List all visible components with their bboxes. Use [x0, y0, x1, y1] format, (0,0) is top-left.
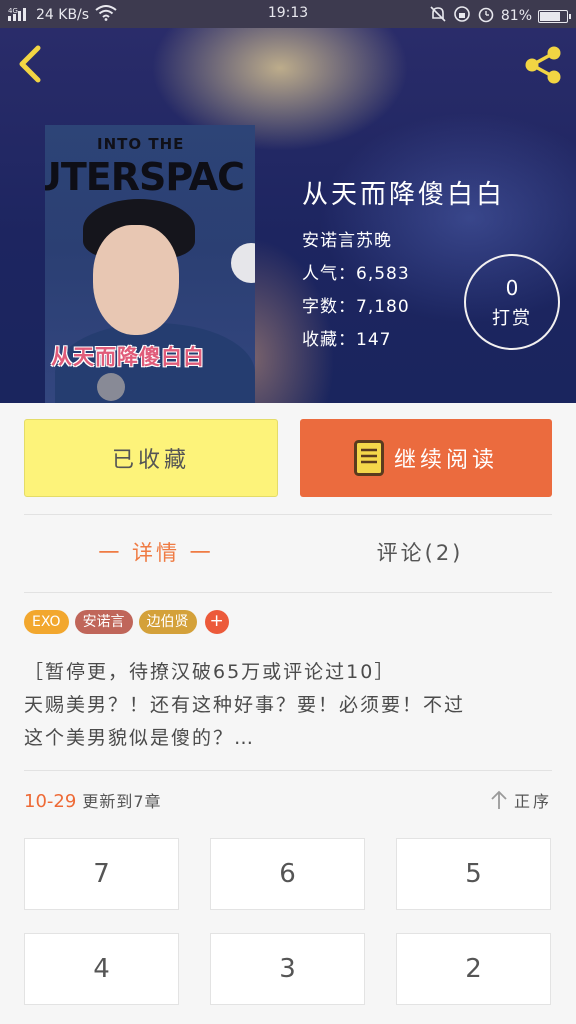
- add-tag-button[interactable]: +: [204, 610, 229, 634]
- description-line: 天赐美男？！还有这种好事？要！必须要！不过: [24, 694, 466, 716]
- divider: [24, 770, 552, 771]
- cover-title: 从天而降傻白白: [51, 345, 205, 369]
- tab-details[interactable]: 一 详情 一: [24, 515, 288, 591]
- collected-label: 已收藏: [111, 448, 190, 473]
- tag-item[interactable]: EXO: [24, 610, 69, 634]
- book-description[interactable]: ［暂停更，待撩汉破65万或评论过10］ 天赐美男？！还有这种好事？要！必须要！不…: [24, 656, 556, 755]
- sort-order-button[interactable]: 正序: [490, 788, 552, 812]
- back-button[interactable]: [12, 42, 52, 86]
- tip-button[interactable]: 0 打赏: [464, 254, 560, 350]
- alarm-icon: [477, 5, 495, 27]
- tip-count: 0: [505, 276, 519, 300]
- chapter-button[interactable]: 7: [24, 838, 179, 910]
- continue-reading-button[interactable]: 继续阅读: [300, 419, 552, 497]
- cover-text-top: INTO THE: [97, 135, 185, 153]
- chevron-left-icon: [19, 45, 41, 83]
- battery-percent: 81%: [500, 8, 532, 24]
- update-text: 更新到7章: [82, 792, 162, 811]
- share-icon: [525, 46, 561, 84]
- tag-list: EXO 安诺言 边伯贤 +: [24, 610, 229, 634]
- battery-icon: [538, 9, 571, 23]
- book-icon: [353, 440, 384, 476]
- cover-bubble: [231, 243, 255, 283]
- status-bar: 4G 24 KB/s 19:13 81%: [0, 0, 576, 28]
- tag-item[interactable]: 边伯贤: [138, 610, 197, 634]
- chapter-button[interactable]: 4: [24, 933, 179, 1005]
- status-time: 19:13: [267, 5, 309, 21]
- update-info: 10-29 更新到7章: [24, 788, 162, 812]
- chapter-button[interactable]: 6: [210, 838, 365, 910]
- chapter-button[interactable]: 5: [396, 838, 551, 910]
- arrow-up-icon: [491, 790, 507, 809]
- description-line: 这个美男貌似是傻的？…: [24, 727, 256, 749]
- chapter-grid: 7 6 5 4 3 2: [24, 838, 552, 1005]
- chapter-button[interactable]: 3: [210, 933, 365, 1005]
- tag-item[interactable]: 安诺言: [74, 610, 133, 634]
- description-line: ［暂停更，待撩汉破65万或评论过10］: [24, 661, 396, 683]
- divider: [24, 592, 552, 593]
- continue-reading-label: 继续阅读: [393, 448, 498, 473]
- cover-text-main: UTERSPAC: [45, 155, 245, 199]
- tip-label: 打赏: [492, 308, 532, 329]
- collected-button[interactable]: 已收藏: [24, 419, 278, 497]
- book-author[interactable]: 安诺言苏晚: [302, 225, 505, 258]
- cover-mic: [97, 373, 125, 401]
- mute-icon: [429, 5, 447, 27]
- lock-rotation-icon: [453, 5, 471, 27]
- sort-order-label: 正序: [513, 792, 552, 811]
- cover-face: [93, 225, 179, 335]
- book-header: INTO THE UTERSPAC 从天而降傻白白 从天而降傻白白 安诺言苏晚 …: [0, 28, 576, 403]
- tab-comments[interactable]: 评论(2): [288, 515, 552, 591]
- update-date: 10-29: [24, 791, 77, 812]
- book-title: 从天而降傻白白: [302, 180, 506, 210]
- share-button[interactable]: [520, 42, 566, 88]
- chapter-button[interactable]: 2: [396, 933, 551, 1005]
- book-cover: INTO THE UTERSPAC 从天而降傻白白: [45, 125, 255, 403]
